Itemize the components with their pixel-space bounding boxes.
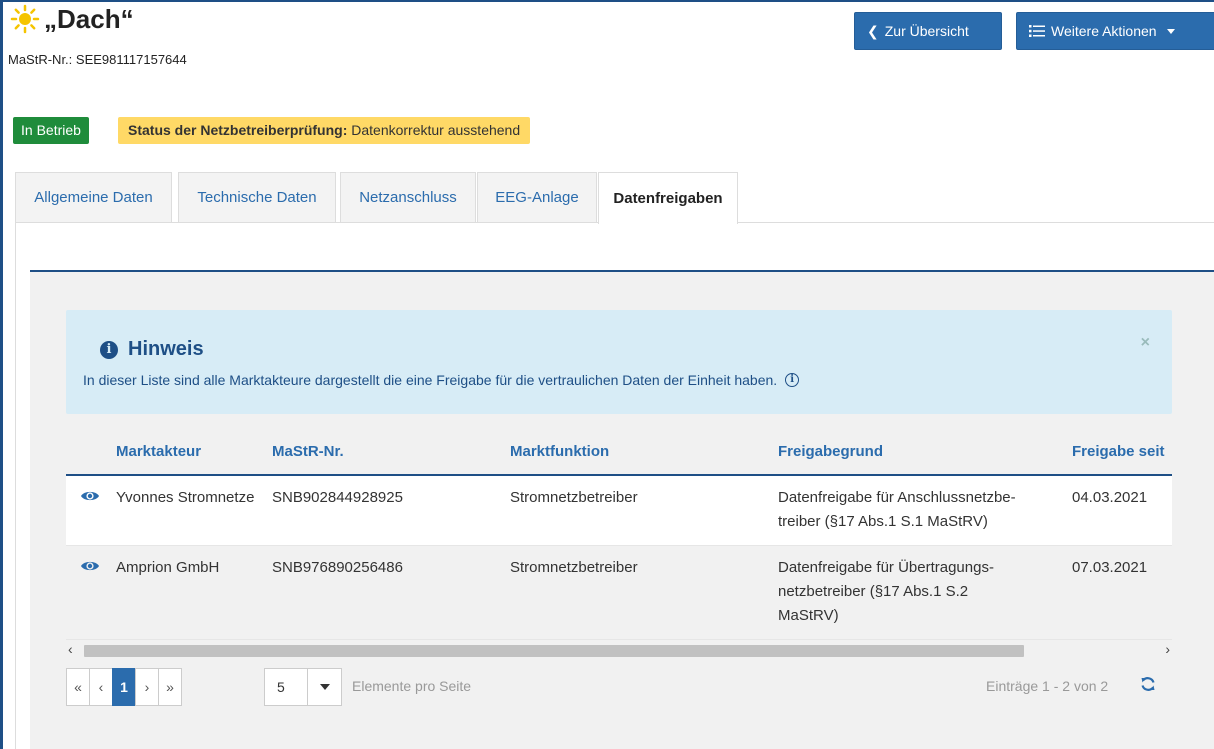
- refresh-icon[interactable]: [1140, 676, 1156, 692]
- page-title: „Dach“: [44, 4, 134, 34]
- data-release-table: Marktakteur MaStR-Nr. Marktfunktion Frei…: [66, 430, 1172, 640]
- grid-operator-check-badge: Status der Netzbetreiberprüfung: Datenko…: [118, 117, 531, 144]
- header-marktfunktion[interactable]: Marktfunktion: [510, 443, 609, 460]
- page-size-select[interactable]: 5: [264, 668, 342, 706]
- check-status-label: Status der Netzbetreiberprüfung:: [128, 122, 348, 138]
- list-icon: [1029, 25, 1045, 37]
- cell-mastr: SNB976890256486: [272, 559, 403, 576]
- items-per-page-label: Elemente pro Seite: [352, 678, 472, 694]
- header-marktakteur[interactable]: Marktakteur: [116, 443, 201, 460]
- cell-function: Stromnetzbetreiber: [510, 559, 638, 576]
- cell-actor: Yvonnes Stromnetze: [116, 489, 255, 506]
- caret-down-icon: [1166, 28, 1175, 34]
- scrollbar-thumb[interactable]: [84, 645, 1024, 657]
- tab-netzanschluss[interactable]: Netzanschluss: [340, 172, 476, 222]
- unit-title-row: „Dach“: [10, 4, 134, 34]
- hint-box: i Hinweis In dieser Liste sind alle Mark…: [66, 310, 1172, 414]
- info-icon: i: [100, 340, 118, 359]
- table-row: Yvonnes Stromnetze SNB902844928925 Strom…: [66, 476, 1172, 546]
- close-hint-button[interactable]: ×: [1141, 334, 1150, 352]
- cell-reason: Datenfreigabe für Anschlussnetzbe- treib…: [778, 486, 1016, 534]
- sun-icon: [10, 4, 40, 34]
- eye-icon[interactable]: [80, 489, 100, 503]
- page-size-value: 5: [277, 679, 285, 695]
- header-freigabegrund[interactable]: Freigabegrund: [778, 443, 883, 460]
- cell-since: 04.03.2021: [1072, 489, 1148, 506]
- cell-reason-line: Datenfreigabe für Übertragungs-: [778, 559, 994, 576]
- cell-reason-line: netzbetreiber (§17 Abs.1 S.2: [778, 583, 969, 600]
- cell-function: Stromnetzbetreiber: [510, 489, 638, 506]
- scroll-left-arrow[interactable]: ‹: [68, 641, 73, 657]
- cell-actor: Amprion GmbH: [116, 559, 220, 576]
- previous-page-button[interactable]: ‹: [89, 668, 113, 706]
- last-page-button[interactable]: »: [158, 668, 182, 706]
- back-to-overview-label: Zur Übersicht: [884, 23, 969, 39]
- info-outline-icon[interactable]: i: [785, 373, 800, 387]
- page-1-button[interactable]: 1: [112, 668, 136, 706]
- first-page-button[interactable]: «: [66, 668, 90, 706]
- tab-eeg-anlage[interactable]: EEG-Anlage: [477, 172, 597, 222]
- cell-reason-line: MaStRV): [778, 607, 839, 624]
- tab-datenfreigaben[interactable]: Datenfreigaben: [598, 172, 738, 224]
- more-actions-label: Weitere Aktionen: [1051, 23, 1157, 39]
- tab-bar: Allgemeine Daten Technische Daten Netzan…: [15, 172, 1214, 224]
- table-row: Amprion GmbH SNB976890256486 Stromnetzbe…: [66, 546, 1172, 640]
- scroll-right-arrow[interactable]: ›: [1165, 641, 1170, 657]
- tab-technische-daten[interactable]: Technische Daten: [178, 172, 336, 222]
- hint-title: i Hinweis: [100, 338, 204, 361]
- unit-mastr-number: MaStR-Nr.: SEE981117157644: [8, 52, 187, 67]
- hint-title-text: Hinweis: [128, 338, 204, 360]
- cell-since: 07.03.2021: [1072, 559, 1148, 576]
- hint-text-content: In dieser Liste sind alle Marktakteure d…: [83, 372, 778, 388]
- cell-mastr: SNB902844928925: [272, 489, 403, 506]
- content-border: [15, 223, 16, 749]
- horizontal-scrollbar[interactable]: ‹ ›: [66, 641, 1172, 658]
- cell-reason: Datenfreigabe für Übertragungs- netzbetr…: [778, 556, 994, 628]
- tab-allgemeine-daten[interactable]: Allgemeine Daten: [15, 172, 172, 222]
- check-status-value: Datenkorrektur ausstehend: [351, 122, 521, 138]
- next-page-button[interactable]: ›: [135, 668, 159, 706]
- operation-status-badge: In Betrieb: [13, 117, 89, 144]
- entries-count: Einträge 1 - 2 von 2: [986, 678, 1109, 694]
- pagination: « ‹ 1 › »: [66, 668, 182, 706]
- hint-text: In dieser Liste sind alle Marktakteure d…: [83, 372, 800, 388]
- cell-reason-line: treiber (§17 Abs.1 S.1 MaStRV): [778, 513, 988, 530]
- table-header: Marktakteur MaStR-Nr. Marktfunktion Frei…: [66, 430, 1172, 476]
- chevron-left-icon: ❮: [867, 22, 879, 39]
- back-to-overview-button[interactable]: ❮ Zur Übersicht: [854, 12, 1002, 50]
- more-actions-button[interactable]: Weitere Aktionen: [1016, 12, 1214, 50]
- header-freigabe-seit[interactable]: Freigabe seit: [1072, 443, 1165, 460]
- header-mastr-nr[interactable]: MaStR-Nr.: [272, 443, 344, 460]
- eye-icon[interactable]: [80, 559, 100, 573]
- page-size-dropdown-button[interactable]: [307, 669, 341, 705]
- caret-down-icon: [319, 684, 330, 690]
- cell-reason-line: Datenfreigabe für Anschlussnetzbe-: [778, 489, 1016, 506]
